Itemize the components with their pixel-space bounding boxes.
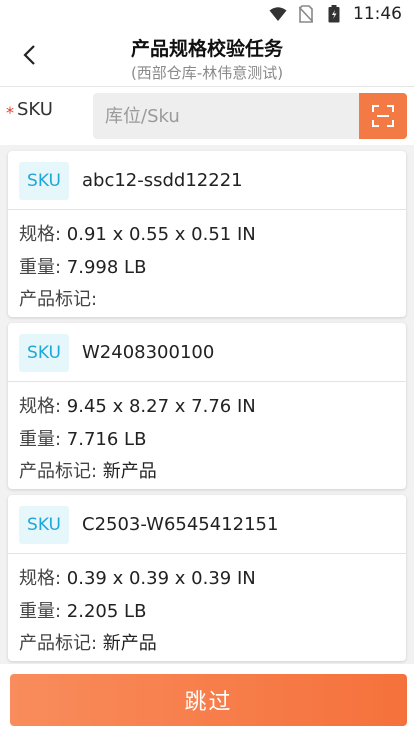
mark-row: 产品标记: 新产品 [19,457,157,483]
sku-code: abc12-ssdd12221 [82,170,243,191]
sku-badge: SKU [19,506,69,544]
product-card[interactable]: SKU W2408300100 规格: 9.45 x 8.27 x 7.76 I… [8,323,406,489]
spec-value: 0.39 x 0.39 x 0.39 IN [66,568,256,589]
product-list: SKU abc12-ssdd12221 规格: 0.91 x 0.55 x 0.… [8,151,406,667]
weight-row: 重量: 2.205 LB [19,597,146,623]
weight-value: 7.998 LB [66,257,147,278]
sku-input-row: * SKU [0,87,414,145]
footer-bar: 跳过 [0,664,414,736]
spec-value: 0.91 x 0.55 x 0.51 IN [66,224,256,245]
card-divider [8,381,406,382]
card-divider [8,553,406,554]
mark-row: 产品标记: 新产品 [19,629,157,655]
weight-value: 7.716 LB [66,429,147,450]
spec-row: 规格: 0.39 x 0.39 x 0.39 IN [19,564,256,590]
mark-label: 产品标记: [19,633,103,654]
battery-icon [325,5,343,23]
weight-label: 重量: [19,257,67,278]
weight-value: 2.205 LB [66,601,147,622]
mark-label: 产品标记: [19,289,98,310]
weight-label: 重量: [19,429,67,450]
mark-row: 产品标记: [19,285,97,311]
app-header: 产品规格校验任务 (西部仓库-林伟意测试) [0,28,414,86]
spec-label: 规格: [19,568,67,589]
sku-badge: SKU [19,334,69,372]
mark-value: 新产品 [102,461,157,482]
spec-row: 规格: 0.91 x 0.55 x 0.51 IN [19,220,256,246]
skip-button[interactable]: 跳过 [10,674,407,726]
mark-label: 产品标记: [19,461,103,482]
no-sim-icon [297,5,315,23]
weight-row: 重量: 7.998 LB [19,253,146,279]
sku-badge: SKU [19,162,69,200]
required-mark: * [6,103,14,122]
clock: 11:46 [353,4,402,24]
page-title: 产品规格校验任务 [130,38,283,60]
status-bar: 11:46 [0,0,414,28]
scan-icon [372,105,394,127]
sku-code: W2408300100 [82,342,215,363]
spec-value: 9.45 x 8.27 x 7.76 IN [66,396,256,417]
product-card[interactable]: SKU C2503-W6545412151 规格: 0.39 x 0.39 x … [8,495,406,661]
card-divider [8,209,406,210]
sku-search-input[interactable] [93,93,359,139]
wifi-icon [269,5,287,23]
sku-code: C2503-W6545412151 [82,514,279,535]
weight-row: 重量: 7.716 LB [19,425,146,451]
spec-label: 规格: [19,224,67,245]
page-subtitle: (西部仓库-林伟意测试) [130,64,284,82]
spec-row: 规格: 9.45 x 8.27 x 7.76 IN [19,392,256,418]
sku-label: SKU [17,99,53,120]
weight-label: 重量: [19,601,67,622]
scan-button[interactable] [359,93,407,139]
product-card[interactable]: SKU abc12-ssdd12221 规格: 0.91 x 0.55 x 0.… [8,151,406,317]
mark-value: 新产品 [102,633,157,654]
spec-label: 规格: [19,396,67,417]
